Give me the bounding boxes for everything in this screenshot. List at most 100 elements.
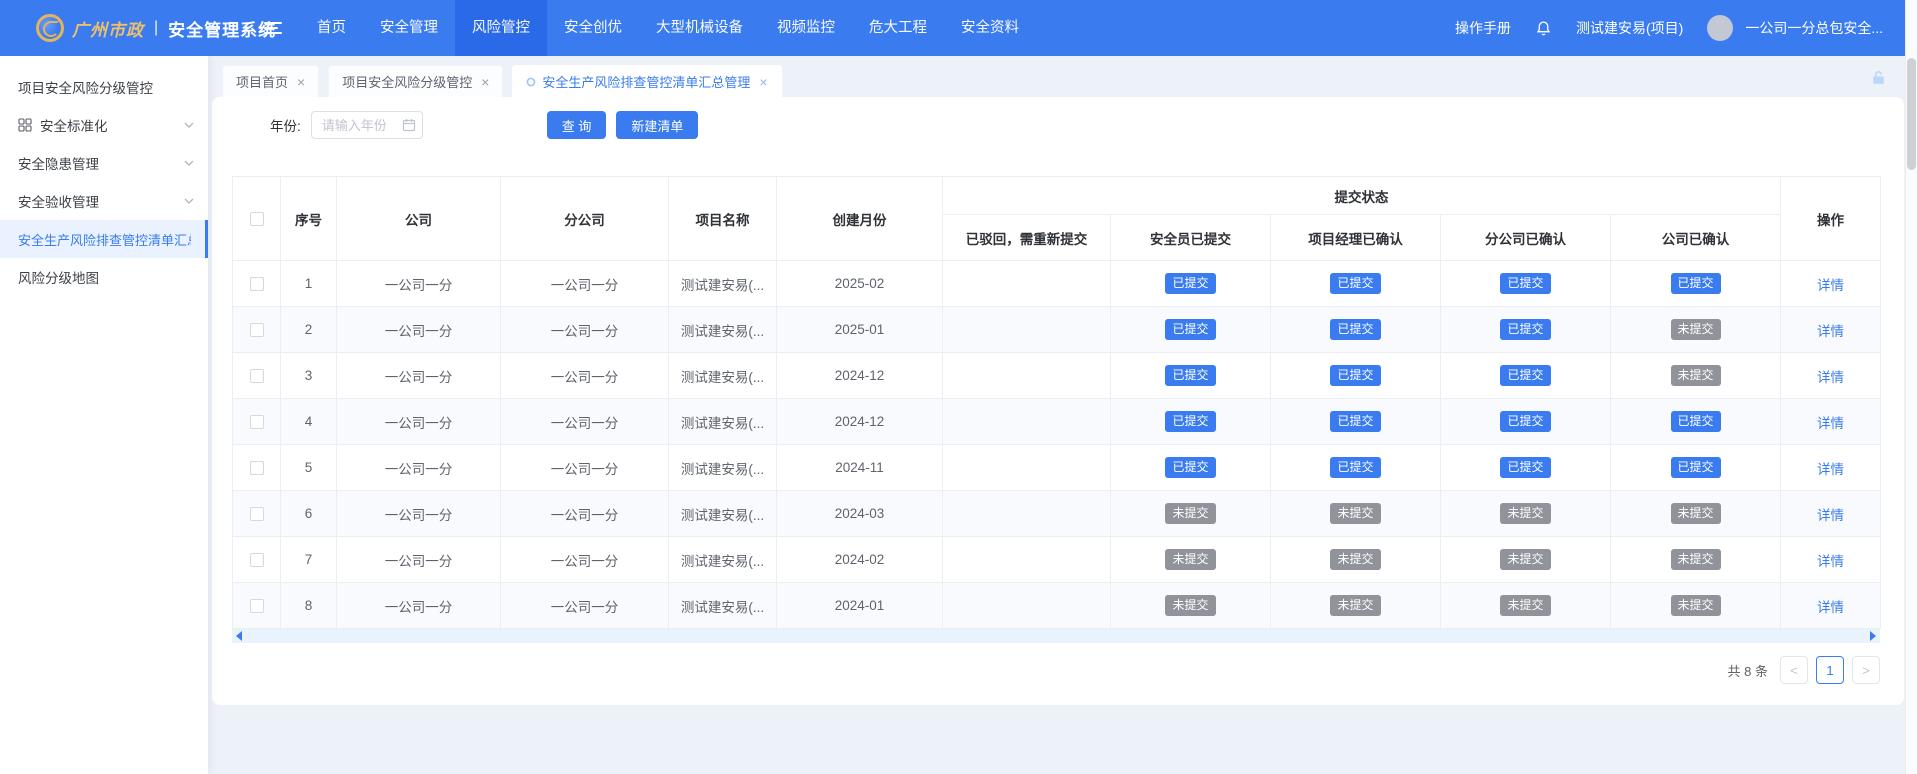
cell-status: 已提交 — [1111, 307, 1271, 353]
status-badge: 已提交 — [1671, 457, 1721, 479]
year-input[interactable] — [311, 111, 423, 139]
create-list-button[interactable]: 新建清单 — [616, 111, 698, 139]
sidebar-item-2[interactable]: 安全隐患管理 — [0, 144, 208, 182]
status-badge: 未提交 — [1500, 549, 1550, 571]
horizontal-scrollbar[interactable] — [232, 629, 1880, 643]
row-checkbox[interactable] — [250, 461, 264, 475]
notification-bell-icon[interactable] — [1535, 20, 1552, 37]
cell-month: 2024-11 — [777, 445, 943, 491]
detail-link[interactable]: 详情 — [1817, 600, 1844, 615]
sidebar-item-0[interactable]: 项目安全风险分级管控 — [0, 68, 208, 106]
cell-branch: 一公司一分 — [501, 491, 669, 537]
cell-month: 2024-03 — [777, 491, 943, 537]
cell-status: 未提交 — [1611, 307, 1781, 353]
cell-project: 测试建安易(... — [669, 583, 777, 629]
next-page-button[interactable]: > — [1852, 656, 1880, 684]
manual-link[interactable]: 操作手册 — [1455, 18, 1511, 38]
nav-item-2[interactable]: 风险管控 — [455, 0, 547, 56]
status-badge: 已提交 — [1671, 273, 1721, 295]
cell-index: 5 — [281, 445, 337, 491]
tenant-name[interactable]: 测试建安易(项目) — [1576, 18, 1683, 38]
cell-status: 未提交 — [1611, 583, 1781, 629]
page-number-button[interactable]: 1 — [1816, 656, 1844, 684]
status-badge: 未提交 — [1165, 595, 1215, 617]
detail-link[interactable]: 详情 — [1817, 462, 1844, 477]
nav-item-7[interactable]: 安全资料 — [944, 0, 1036, 56]
page-scrollbar[interactable] — [1905, 0, 1917, 774]
tab-1[interactable]: 项目安全风险分级管控× — [328, 65, 503, 97]
logo-divider: | — [154, 19, 158, 37]
detail-link[interactable]: 详情 — [1817, 324, 1844, 339]
row-checkbox[interactable] — [250, 553, 264, 567]
sidebar-item-3[interactable]: 安全验收管理 — [0, 182, 208, 220]
collapse-menu-icon[interactable] — [264, 19, 282, 37]
detail-link[interactable]: 详情 — [1817, 508, 1844, 523]
user-name[interactable]: 一公司一分总包安全... — [1745, 18, 1883, 38]
cell-status: 已提交 — [1441, 261, 1611, 307]
cell-month: 2024-02 — [777, 537, 943, 583]
sidebar-item-4[interactable]: 安全生产风险排查管控清单汇总 — [0, 220, 208, 258]
nav-item-5[interactable]: 视频监控 — [760, 0, 852, 56]
cell-select — [233, 261, 281, 307]
cell-status-empty — [943, 307, 1111, 353]
cell-status-empty — [943, 537, 1111, 583]
nav-item-6[interactable]: 危大工程 — [852, 0, 944, 56]
sidebar-item-1[interactable]: 安全标准化 — [0, 106, 208, 144]
user-avatar[interactable] — [1707, 15, 1733, 41]
status-badge: 已提交 — [1165, 457, 1215, 479]
cell-status: 已提交 — [1441, 399, 1611, 445]
cell-branch: 一公司一分 — [501, 445, 669, 491]
cell-index: 2 — [281, 307, 337, 353]
status-badge: 已提交 — [1330, 365, 1380, 387]
detail-link[interactable]: 详情 — [1817, 278, 1844, 293]
cell-status: 未提交 — [1441, 491, 1611, 537]
status-badge: 已提交 — [1500, 273, 1550, 295]
scroll-right-icon[interactable] — [1870, 631, 1876, 641]
tab-0[interactable]: 项目首页× — [222, 65, 319, 97]
page-scrollbar-thumb[interactable] — [1907, 58, 1916, 170]
tab-close-icon[interactable]: × — [297, 75, 305, 89]
detail-link[interactable]: 详情 — [1817, 416, 1844, 431]
sidebar-item-5[interactable]: 风险分级地图 — [0, 258, 208, 296]
cell-month: 2024-12 — [777, 353, 943, 399]
cell-status-empty — [943, 399, 1111, 445]
row-checkbox[interactable] — [250, 599, 264, 613]
row-checkbox[interactable] — [250, 277, 264, 291]
row-checkbox[interactable] — [250, 507, 264, 521]
cell-status: 已提交 — [1271, 261, 1441, 307]
table-row: 3一公司一分一公司一分测试建安易(...2024-12已提交已提交已提交未提交详… — [233, 353, 1881, 399]
nav-item-1[interactable]: 安全管理 — [363, 0, 455, 56]
search-button[interactable]: 查 询 — [547, 111, 607, 139]
tab-close-icon[interactable]: × — [759, 75, 767, 89]
scroll-left-icon[interactable] — [236, 631, 242, 641]
status-badge: 已提交 — [1330, 319, 1380, 341]
prev-page-button[interactable]: < — [1780, 656, 1808, 684]
tab-2[interactable]: 安全生产风险排查管控清单汇总管理× — [512, 65, 781, 97]
status-badge: 已提交 — [1500, 365, 1550, 387]
cell-action: 详情 — [1781, 445, 1881, 491]
nav-item-0[interactable]: 首页 — [300, 0, 363, 56]
detail-link[interactable]: 详情 — [1817, 370, 1844, 385]
header-status-safety-officer: 安全员已提交 — [1111, 215, 1271, 261]
nav-item-4[interactable]: 大型机械设备 — [639, 0, 760, 56]
cell-action: 详情 — [1781, 399, 1881, 445]
cell-select — [233, 307, 281, 353]
row-checkbox[interactable] — [250, 415, 264, 429]
detail-link[interactable]: 详情 — [1817, 554, 1844, 569]
row-checkbox[interactable] — [250, 369, 264, 383]
status-badge: 已提交 — [1165, 411, 1215, 433]
topbar-right: 操作手册 测试建安易(项目) 一公司一分总包安全... — [1455, 15, 1905, 41]
lock-icon[interactable] — [1870, 69, 1887, 86]
cell-company: 一公司一分 — [337, 353, 501, 399]
cell-status-empty — [943, 353, 1111, 399]
nav-item-3[interactable]: 安全创优 — [547, 0, 639, 56]
brand-emblem-icon — [36, 14, 64, 42]
tab-close-icon[interactable]: × — [481, 75, 489, 89]
status-badge: 已提交 — [1330, 273, 1380, 295]
risk-list-table: 序号 公司 分公司 项目名称 创建月份 提交状态 操作 已驳回，需重新提交 安全… — [232, 176, 1881, 629]
cell-status-empty — [943, 261, 1111, 307]
row-checkbox[interactable] — [250, 323, 264, 337]
grid-icon — [18, 118, 32, 132]
select-all-checkbox[interactable] — [250, 212, 264, 226]
status-badge: 已提交 — [1165, 319, 1215, 341]
